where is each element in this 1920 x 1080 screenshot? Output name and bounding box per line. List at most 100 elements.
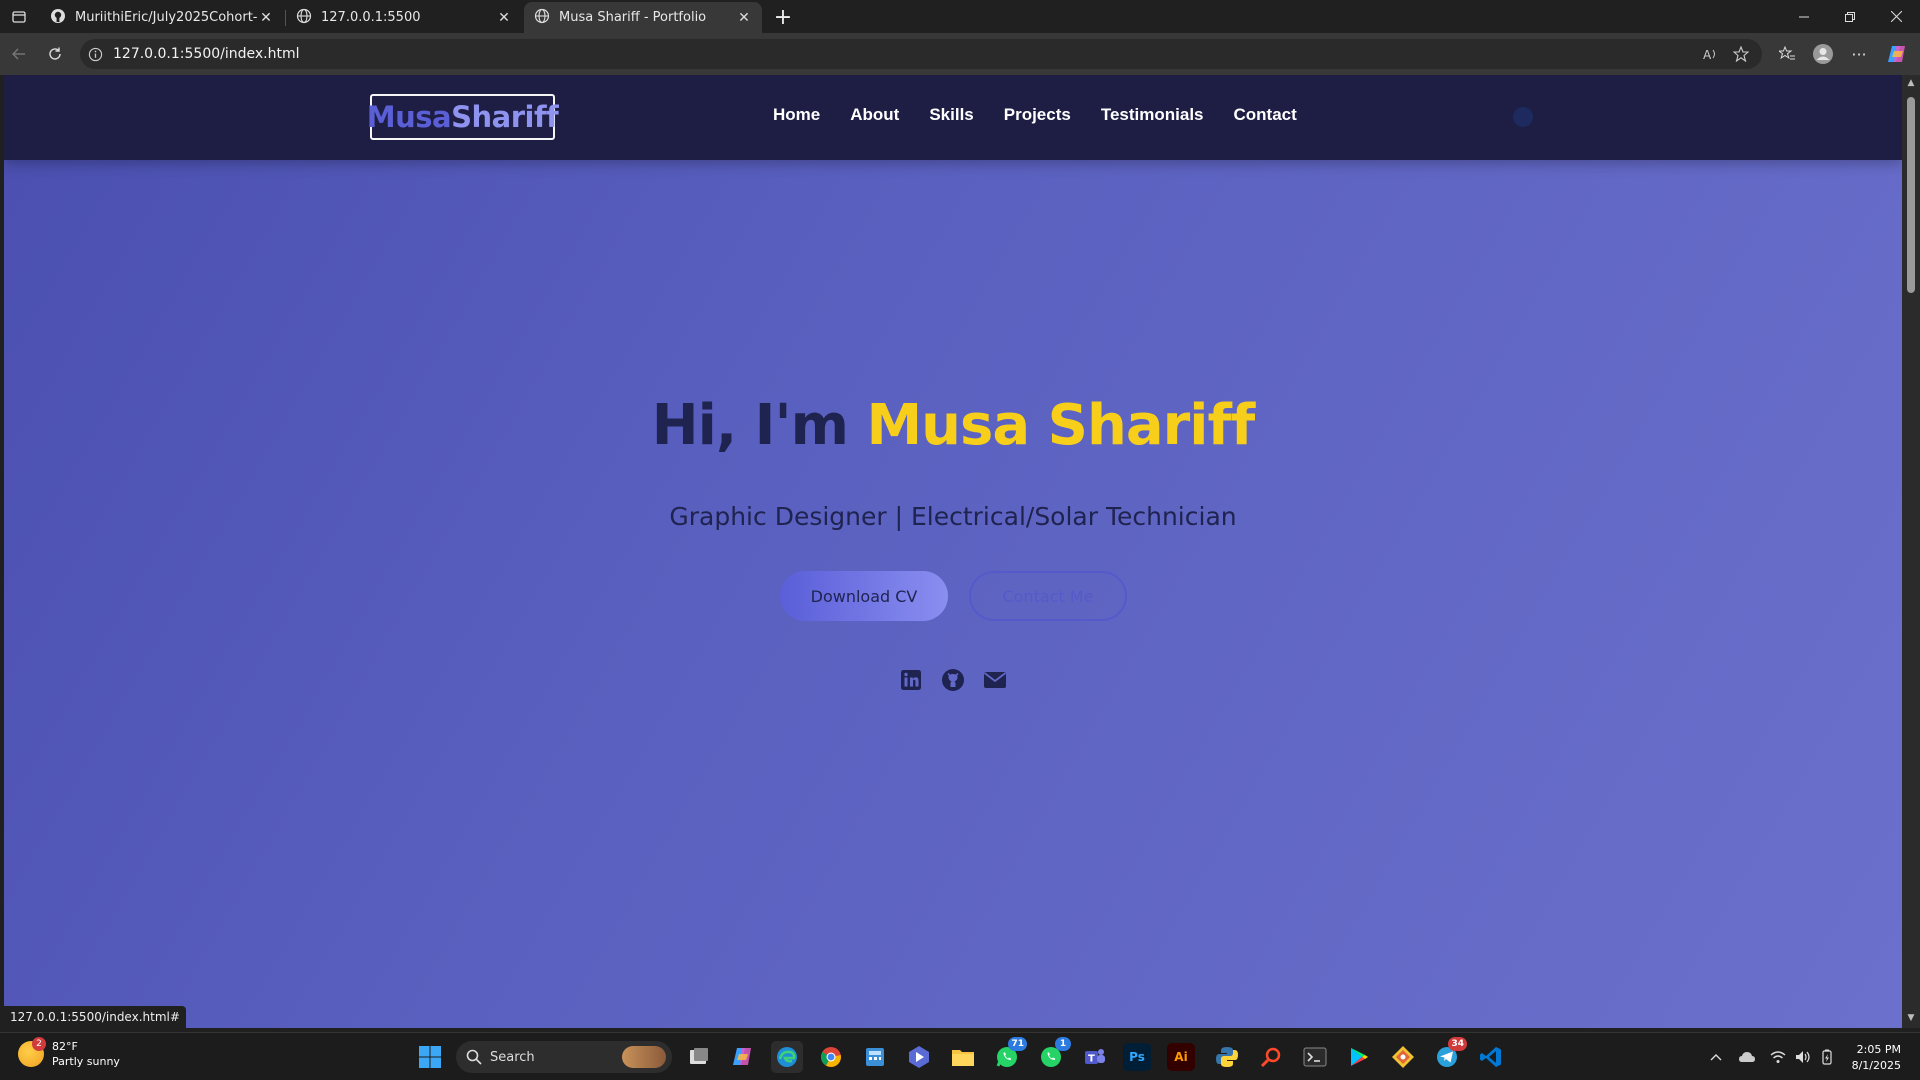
wifi-icon[interactable] [1768, 1047, 1788, 1067]
page-viewport: Musa Shariff Home About Skills Projects T… [4, 75, 1902, 1028]
nav-link-testimonials[interactable]: Testimonials [1101, 105, 1204, 125]
close-icon[interactable]: ✕ [496, 10, 512, 26]
hero-name: Musa Shariff [866, 393, 1255, 458]
site-logo[interactable]: Musa Shariff [366, 94, 559, 140]
read-aloud-icon[interactable]: A [1700, 44, 1722, 64]
favorites-icon[interactable] [1773, 41, 1801, 67]
scrollbar-thumb[interactable] [1907, 97, 1915, 293]
logo-part-1: Musa [366, 100, 452, 134]
git-app-icon[interactable] [1387, 1041, 1419, 1073]
task-view-icon[interactable] [683, 1041, 715, 1073]
svg-text:A: A [1703, 48, 1712, 61]
notification-badge: 1 [1055, 1037, 1071, 1051]
minimize-button[interactable] [1781, 0, 1827, 33]
copilot-icon[interactable] [727, 1041, 759, 1073]
teams-icon[interactable]: T [1079, 1041, 1111, 1073]
profile-avatar[interactable] [1809, 41, 1837, 67]
scroll-up-icon[interactable]: ▲ [1906, 78, 1916, 88]
illustrator-icon[interactable]: Ai [1167, 1043, 1195, 1071]
new-tab-button[interactable]: + [769, 4, 797, 30]
show-hidden-icons-chevron-icon[interactable] [1706, 1047, 1726, 1067]
search-placeholder: Search [490, 1049, 535, 1065]
tab-title: MuriithiEric/July2025Cohort-Hack [75, 10, 258, 25]
nav-link-home[interactable]: Home [773, 105, 820, 125]
github-icon [50, 8, 66, 28]
clock-time: 2:05 PM [1856, 1043, 1901, 1056]
envelope-icon[interactable] [981, 666, 1009, 694]
weather-condition: Partly sunny [52, 1055, 120, 1068]
tab-portfolio[interactable]: Musa Shariff - Portfolio ✕ [524, 2, 762, 33]
browser-toolbar: 127.0.0.1:5500/index.html A ··· [0, 33, 1920, 75]
tab-github[interactable]: MuriithiEric/July2025Cohort-Hack ✕ [40, 2, 284, 33]
close-icon[interactable]: ✕ [258, 10, 274, 26]
close-icon[interactable]: ✕ [736, 10, 752, 26]
theme-toggle-button[interactable] [1513, 107, 1533, 127]
download-cv-button[interactable]: Download CV [780, 571, 948, 621]
clock-date: 8/1/2025 [1851, 1059, 1901, 1072]
more-menu-icon[interactable]: ··· [1845, 41, 1873, 67]
site-header: Musa Shariff Home About Skills Projects T… [4, 75, 1902, 160]
file-explorer-icon[interactable] [947, 1041, 979, 1073]
terminal-icon[interactable] [1299, 1041, 1331, 1073]
chrome-icon[interactable] [815, 1041, 847, 1073]
status-bar-url: 127.0.0.1:5500/index.html# [4, 1006, 186, 1028]
svg-text:T: T [1088, 1054, 1095, 1065]
windows-start-icon[interactable] [414, 1041, 446, 1073]
whatsapp-business-icon[interactable]: 1 [1035, 1037, 1071, 1073]
sun-icon: 2 [18, 1037, 46, 1067]
restore-button[interactable] [1827, 0, 1873, 33]
nav-link-contact[interactable]: Contact [1234, 105, 1297, 125]
weather-badge: 2 [32, 1037, 46, 1051]
battery-icon[interactable] [1817, 1047, 1837, 1067]
notification-badge: 34 [1448, 1037, 1467, 1051]
hero-subtitle: Graphic Designer | Electrical/Solar Tech… [669, 502, 1237, 531]
edge-icon[interactable] [771, 1041, 803, 1073]
tab-title: Musa Shariff - Portfolio [559, 10, 707, 25]
page-scrollbar[interactable]: ▲ ▼ [1902, 75, 1920, 1028]
address-bar[interactable]: 127.0.0.1:5500/index.html A [80, 39, 1762, 69]
magnifier-app-icon[interactable] [1255, 1041, 1287, 1073]
calculator-app-icon[interactable] [859, 1041, 891, 1073]
photoshop-icon[interactable]: Ps [1123, 1043, 1151, 1071]
media-player-icon[interactable] [903, 1041, 935, 1073]
google-play-icon[interactable] [1343, 1041, 1375, 1073]
github-icon[interactable] [939, 666, 967, 694]
hero-title: Hi, I'm Musa Shariff [4, 393, 1902, 458]
taskbar-search[interactable]: Search [456, 1041, 672, 1073]
nav-link-skills[interactable]: Skills [929, 105, 973, 125]
linkedin-icon[interactable] [897, 666, 925, 694]
weather-widget[interactable]: 2 82°F Partly sunny [18, 1037, 120, 1069]
url-text: 127.0.0.1:5500/index.html [113, 46, 300, 62]
taskbar-clock[interactable]: 2:05 PM 8/1/2025 [1849, 1042, 1901, 1074]
search-highlight-icon [622, 1046, 666, 1068]
social-links [4, 666, 1902, 694]
search-icon [466, 1049, 482, 1065]
python-icon[interactable] [1211, 1041, 1243, 1073]
scroll-down-icon[interactable]: ▼ [1906, 1013, 1916, 1023]
onedrive-icon[interactable] [1737, 1047, 1757, 1067]
nav-link-projects[interactable]: Projects [1004, 105, 1071, 125]
contact-me-button[interactable]: Contact Me [969, 571, 1127, 621]
browser-tab-bar: MuriithiEric/July2025Cohort-Hack ✕ 127.0… [0, 0, 1920, 33]
taskbar: 2 82°F Partly sunny Search 71 1 T Ps Ai … [0, 1032, 1920, 1080]
back-button[interactable] [6, 41, 32, 67]
telegram-icon[interactable]: 34 [1431, 1037, 1467, 1073]
globe-icon [534, 8, 550, 28]
weather-temperature: 82°F [52, 1040, 78, 1053]
nav-link-about[interactable]: About [850, 105, 899, 125]
tab-actions-menu-icon[interactable] [8, 6, 30, 28]
vscode-icon[interactable] [1475, 1041, 1507, 1073]
reload-button[interactable] [42, 41, 68, 67]
tab-title: 127.0.0.1:5500 [321, 10, 421, 25]
logo-part-2: Shariff [451, 100, 559, 134]
copilot-icon[interactable] [1883, 41, 1911, 67]
hero-section: Hi, I'm Musa Shariff Graphic Designer | … [4, 160, 1902, 1028]
hero-greeting: Hi, I'm [651, 393, 867, 458]
volume-icon[interactable] [1793, 1047, 1813, 1067]
favorite-star-icon[interactable] [1730, 44, 1752, 64]
site-info-icon[interactable] [88, 47, 103, 62]
globe-icon [296, 8, 312, 28]
whatsapp-icon[interactable]: 71 [991, 1037, 1027, 1073]
close-window-button[interactable] [1873, 0, 1919, 33]
tab-localhost[interactable]: 127.0.0.1:5500 ✕ [286, 2, 522, 33]
